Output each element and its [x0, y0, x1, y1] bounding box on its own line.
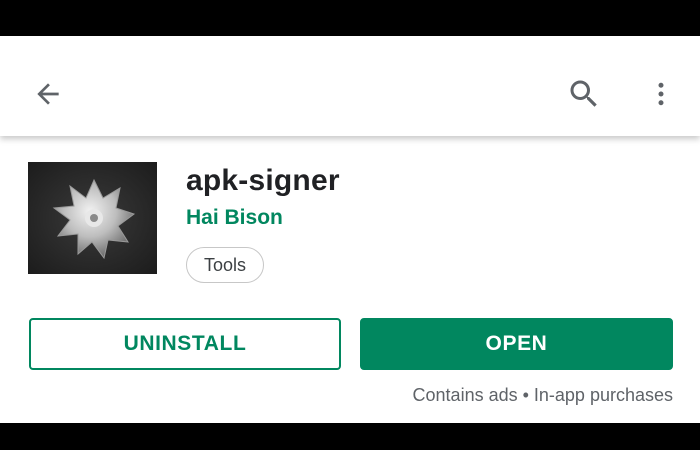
app-details-screen: apk-signer Hai Bison Tools UNINSTALL OPE… — [0, 36, 700, 423]
top-app-bar — [0, 36, 700, 136]
arrow-back-icon — [37, 83, 59, 105]
app-icon-gear — [28, 162, 157, 274]
category-chip[interactable]: Tools — [186, 247, 265, 283]
letterbox-top — [0, 0, 700, 36]
search-icon — [570, 80, 597, 107]
app-title: apk-signer — [186, 164, 340, 197]
more-options-button[interactable] — [644, 74, 678, 114]
search-button[interactable] — [562, 74, 606, 114]
back-button[interactable] — [26, 76, 70, 112]
app-icon — [28, 162, 157, 274]
open-button[interactable]: OPEN — [360, 318, 673, 370]
ads-purchases-note: Contains ads • In-app purchases — [412, 385, 673, 405]
more-vert-icon — [658, 82, 664, 106]
letterbox-bottom — [0, 423, 700, 450]
uninstall-button[interactable]: UNINSTALL — [29, 318, 341, 370]
developer-link[interactable]: Hai Bison — [186, 206, 283, 230]
